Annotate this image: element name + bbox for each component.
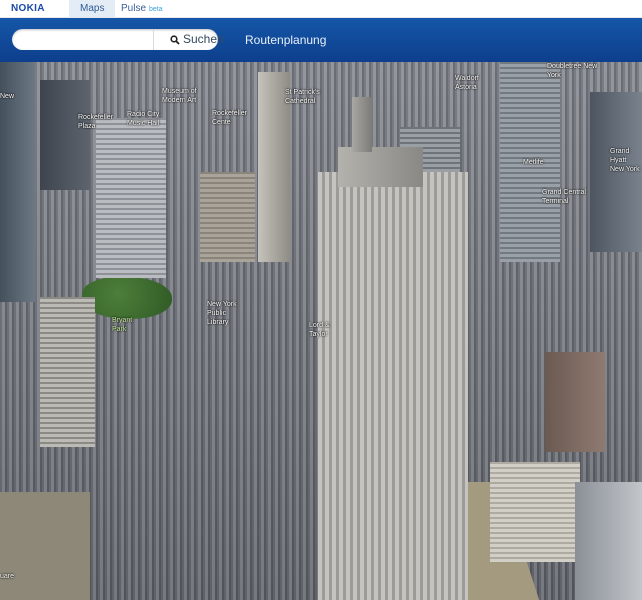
poi-nypl[interactable]: New York Public Library [207, 300, 247, 327]
poi-waldorf[interactable]: Waldorf Astoria [455, 74, 490, 92]
poi-rockefeller-plaza[interactable]: Rockefeller Plaza [78, 113, 118, 131]
map-3d-view[interactable]: New Rockefeller Plaza Radio City Music H… [0, 62, 642, 600]
beta-badge: beta [149, 6, 163, 13]
nokia-logo[interactable]: NOKIA [11, 3, 45, 14]
search-box: Suchen [12, 29, 224, 50]
search-input[interactable] [12, 29, 154, 50]
poi-lord-taylor[interactable]: Lord & Taylor [309, 321, 339, 339]
search-icon [170, 35, 180, 45]
poi-st-patricks[interactable]: St Patrick's Cathedral [285, 88, 330, 106]
empire-state-spire [352, 97, 372, 152]
poi-square[interactable]: uare [0, 572, 14, 581]
building [575, 482, 642, 600]
search-button[interactable]: Suchen [154, 29, 224, 50]
building [490, 462, 580, 562]
search-button-label: Suchen [183, 32, 224, 46]
poi-grand-hyatt[interactable]: Grand Hyatt New York [610, 147, 642, 174]
building [40, 297, 95, 447]
building [200, 172, 255, 262]
building [545, 352, 605, 452]
poi-grand-central[interactable]: Grand Central Terminal [542, 188, 592, 206]
building [338, 147, 423, 187]
route-planning-link[interactable]: Routenplanung [245, 33, 326, 47]
poi-metlife[interactable]: Metlife [523, 158, 544, 167]
bryant-park-area [82, 277, 172, 319]
tab-pulse[interactable]: Pulse beta [110, 0, 174, 17]
poi-moma[interactable]: Museum of Modern Art [162, 87, 207, 105]
building [40, 80, 90, 190]
search-header: Suchen Routenplanung [0, 18, 642, 62]
poi-doubletree[interactable]: Doubletree New York [547, 62, 605, 80]
poi-new[interactable]: New [0, 92, 14, 101]
poi-radio-city[interactable]: Radio City Music Hall [127, 110, 169, 128]
tab-maps[interactable]: Maps [69, 0, 116, 17]
empire-state-building [318, 172, 468, 600]
poi-rockefeller-center[interactable]: Rockefeller Cente [212, 109, 252, 127]
poi-bryant-park[interactable]: Bryant Park [112, 316, 142, 334]
tab-pulse-label: Pulse [121, 3, 147, 14]
top-bar: NOKIA Maps Pulse beta [0, 0, 642, 18]
street-area [0, 492, 90, 600]
building [96, 118, 166, 278]
